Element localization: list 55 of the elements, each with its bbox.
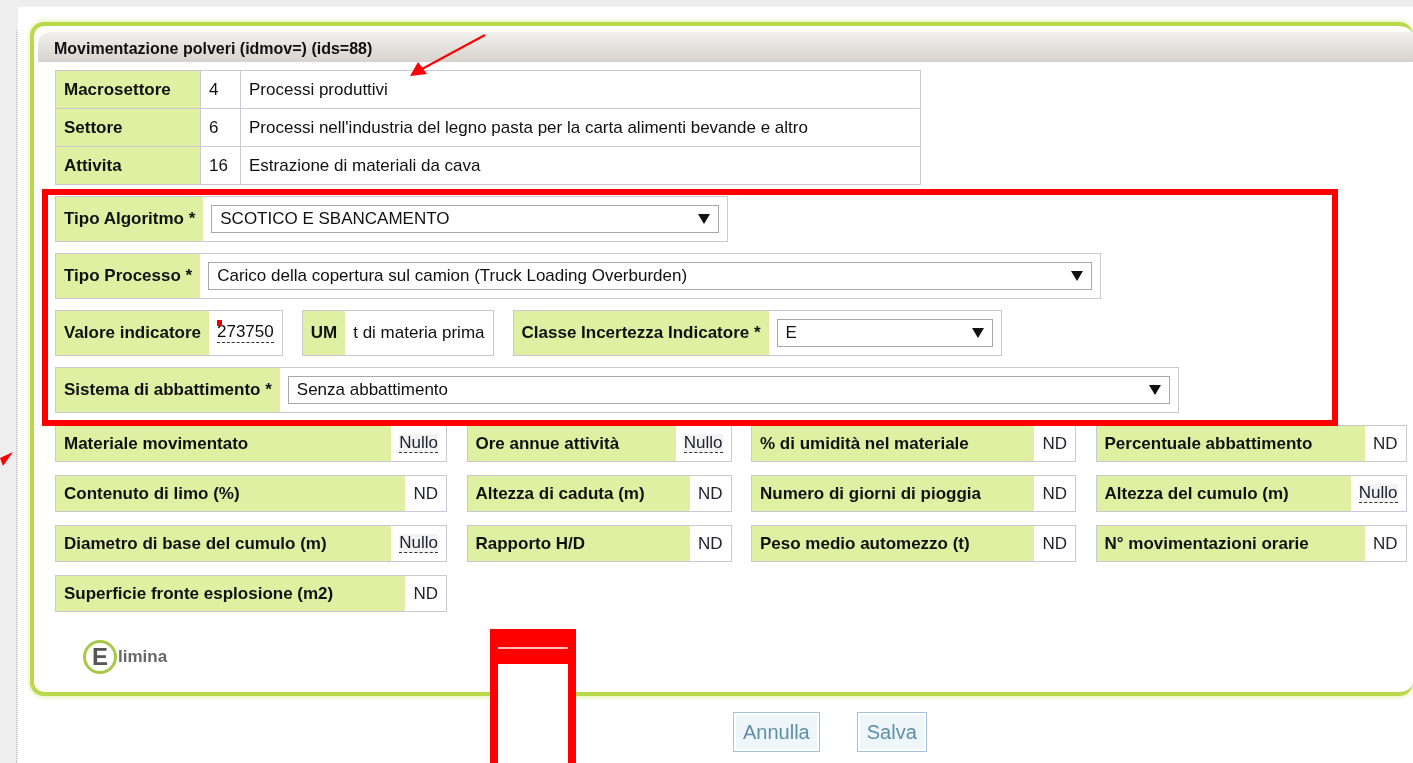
description-cell: Estrazione di materiali da cava (240, 146, 921, 185)
field-label: Attivita (55, 146, 201, 185)
caret-icon (971, 328, 984, 338)
dropdown[interactable]: Senza abbattimento (287, 376, 1170, 404)
field-label: Materiale movimentato (56, 426, 392, 461)
field-label: Altezza del cumulo (m) (1096, 476, 1351, 511)
field-label: Contenuto di limo (%) (56, 476, 406, 511)
field-label: Sistema di abbattimento * (56, 368, 280, 412)
field-label: Classe Incertezza Indicatore * (513, 311, 769, 355)
editable-value[interactable]: Nullo (399, 533, 438, 554)
field-label: Rapporto H/D (467, 526, 690, 561)
field-label: Altezza di caduta (m) (467, 476, 690, 511)
code-cell: 4 (200, 70, 241, 109)
editable-value[interactable]: Nullo (399, 433, 438, 454)
field-value: ND (1042, 432, 1067, 455)
field-label: Peso medio automezzo (t) (752, 526, 1035, 561)
field-label: Ore annue attività (467, 426, 676, 461)
field-label: Diametro di base del cumulo (m) (56, 526, 392, 561)
field-value: ND (413, 582, 438, 605)
editable-value[interactable]: Nullo (1358, 483, 1398, 504)
caret-icon (1148, 385, 1161, 395)
field-label: UM (302, 311, 346, 355)
description-cell: Processi nell'industria del legno pasta per la carta alimenti bevande e altro (240, 108, 921, 147)
dropdown[interactable]: E (776, 319, 993, 347)
code-cell: 6 (200, 108, 241, 147)
delete-link[interactable]: E limina (83, 640, 1413, 674)
dropdown[interactable]: SCOTICO E SBANCAMENTO (211, 205, 720, 233)
field-label: Tipo Algoritmo * (56, 197, 204, 241)
input-field[interactable]: 273750 (217, 323, 274, 343)
field-value: ND (1042, 482, 1067, 505)
field-label: Settore (55, 108, 201, 147)
field-label: Percentuale abbattimento (1096, 426, 1365, 461)
caret-icon (698, 214, 711, 224)
code-cell: 16 (200, 146, 241, 185)
dropdown[interactable]: Carico della copertura sul camion (Truck Loading Overburden) (208, 262, 1093, 290)
panel-title: Movimentazione polveri (idmov=) (ids=88) (38, 32, 1413, 62)
field-label: Valore indicatore (56, 311, 209, 355)
editable-value[interactable]: Nullo (683, 433, 723, 454)
delete-icon: E (83, 640, 117, 674)
field-label: Numero di giorni di pioggia (752, 476, 1035, 511)
field-label: Macrosettore (55, 70, 201, 109)
field-value: ND (697, 532, 723, 555)
field-value: ND (1372, 432, 1398, 455)
field-value: ND (697, 482, 723, 505)
field-label: Superficie fronte esplosione (m2) (56, 576, 406, 611)
field-label: % di umidità nel materiale (752, 426, 1035, 461)
field-value: ND (1372, 532, 1398, 555)
field-label: Tipo Processo * (56, 254, 201, 298)
caret-icon (1071, 271, 1084, 281)
field-value: t di materia prima (353, 322, 485, 345)
field-label: N° movimentazioni orarie (1096, 526, 1365, 561)
description-cell: Processi produttivi (240, 70, 921, 109)
annotation-mark (0, 452, 13, 466)
field-value: ND (1042, 532, 1067, 555)
field-value: ND (413, 482, 438, 505)
